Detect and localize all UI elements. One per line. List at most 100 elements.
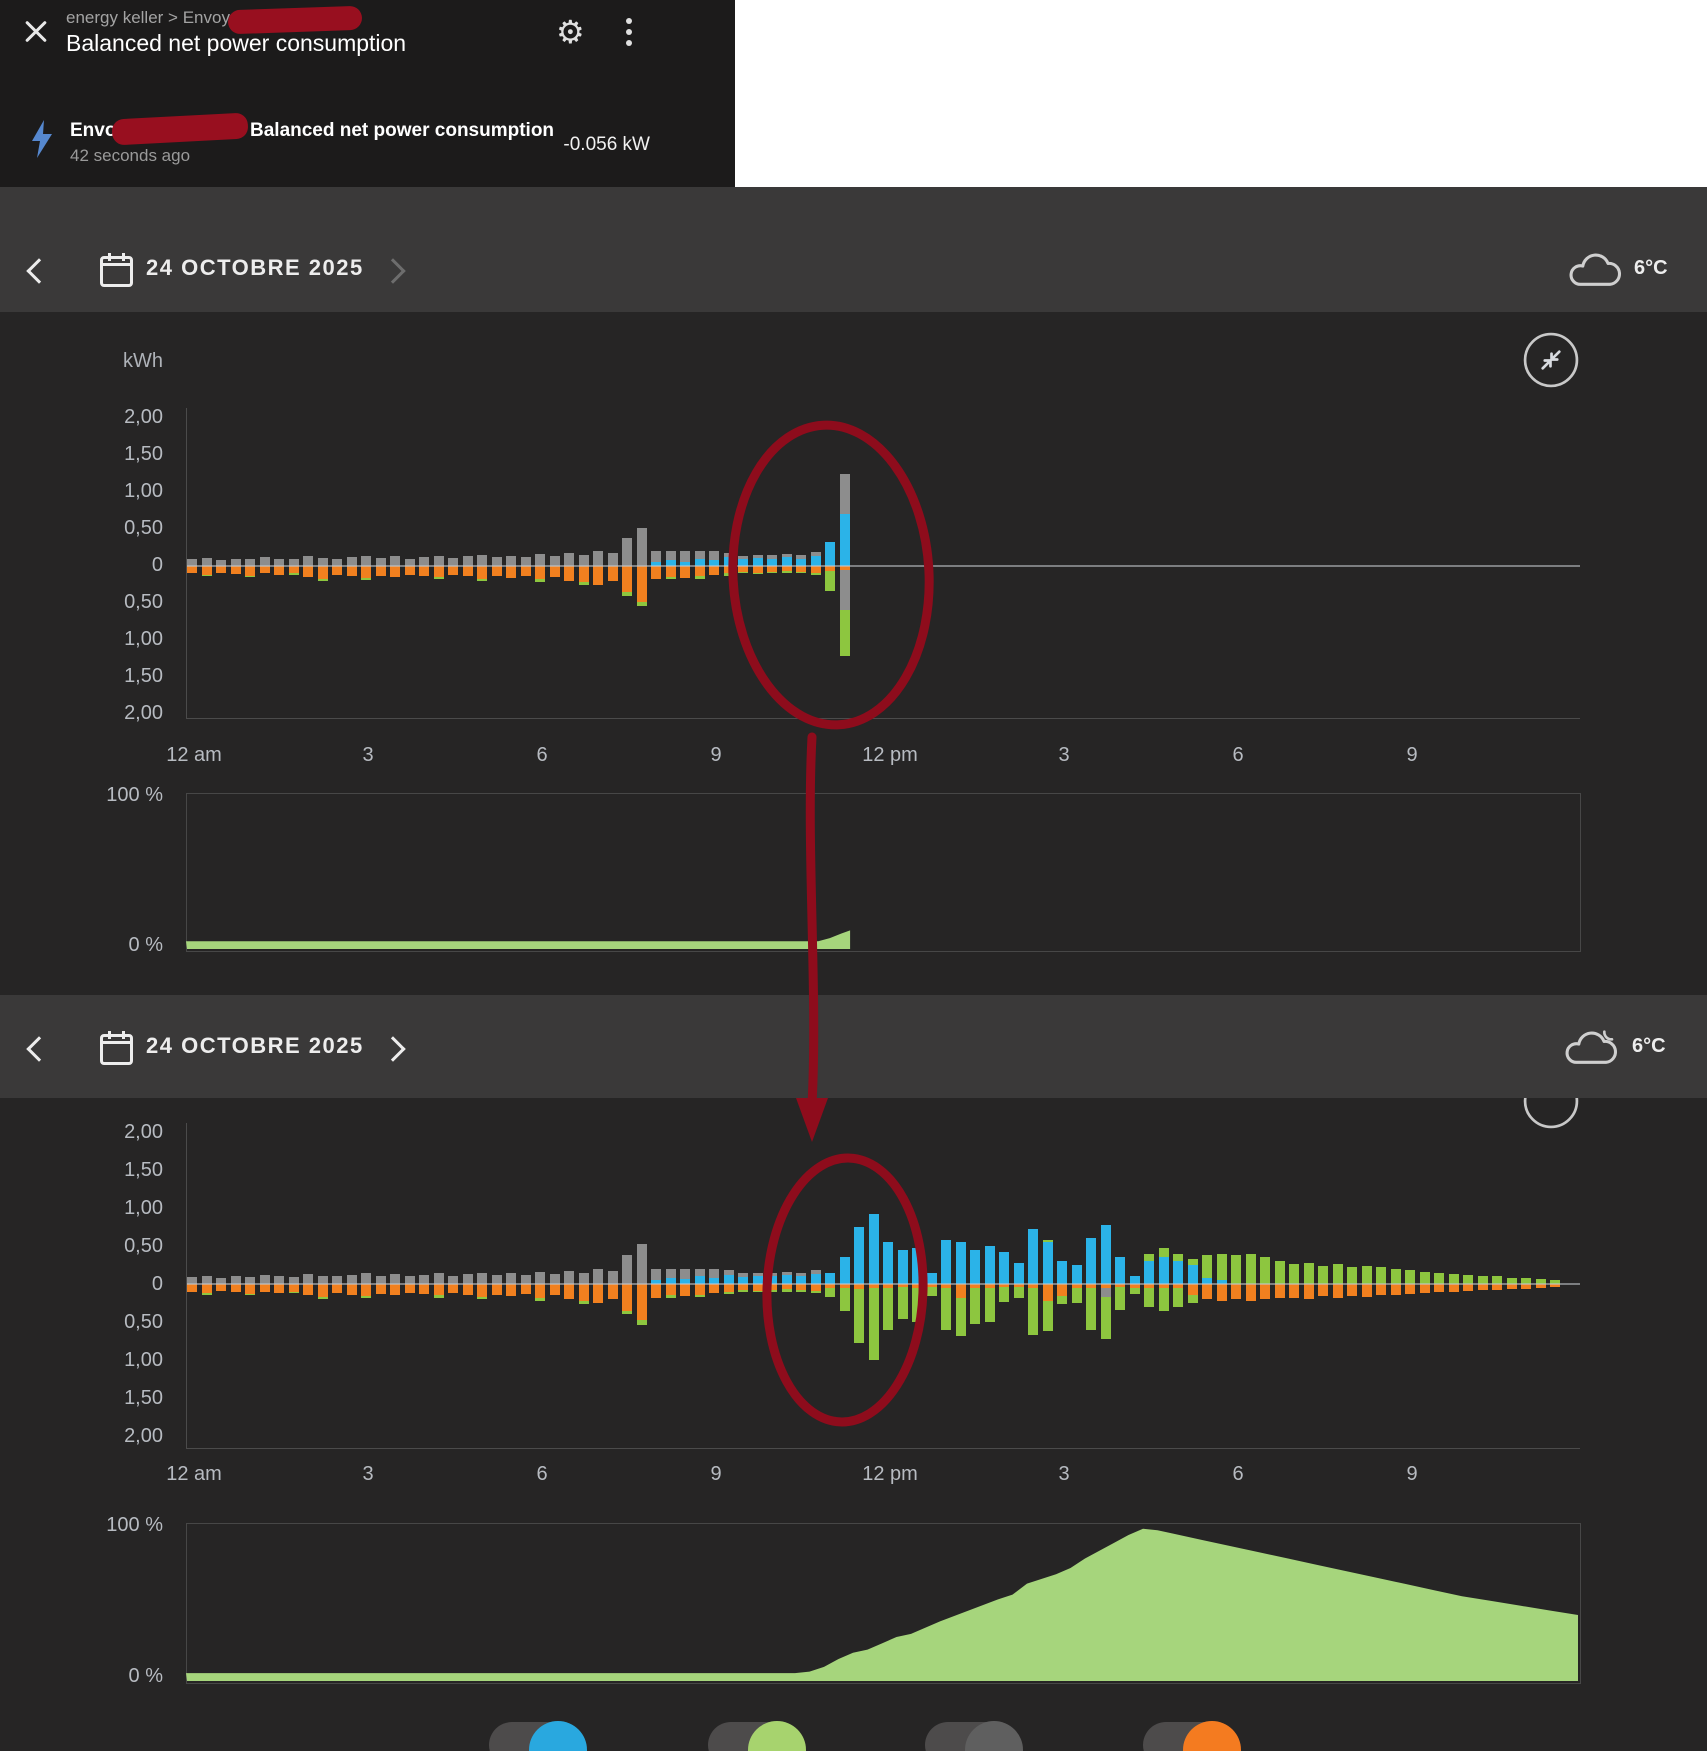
- bar-segment-blue: [868, 1214, 879, 1284]
- bar-segment-orange: [433, 566, 444, 578]
- y-tick-label: 1,00: [124, 480, 163, 502]
- bar-segment-green: [926, 1287, 937, 1297]
- bar-segment-orange: [535, 1284, 545, 1298]
- bar-segment-gray: [839, 473, 850, 515]
- bar-segment-green: [941, 1287, 951, 1330]
- bar-segment-blue: [999, 1252, 1009, 1284]
- bar-segment-green: [477, 578, 487, 581]
- bar-segment-green: [1274, 1261, 1285, 1284]
- bar-segment-orange: [259, 1284, 270, 1292]
- bar-segment-green: [1028, 1287, 1038, 1335]
- bar-segment-orange: [535, 566, 545, 580]
- bar-segment-orange: [680, 566, 690, 578]
- bar-segment-green: [1086, 1287, 1096, 1330]
- bar-segment-green: [796, 1290, 806, 1292]
- bar-segment-green: [912, 1287, 922, 1322]
- calendar-icon[interactable]: [100, 253, 133, 287]
- bar-segment-orange: [245, 566, 255, 576]
- bar-segment-orange: [1419, 1284, 1430, 1294]
- bar-segment-green: [578, 1300, 589, 1304]
- bar-segment-orange: [578, 566, 589, 583]
- bar-segment-orange: [636, 1284, 647, 1321]
- bar-segment-gray: [694, 1268, 705, 1277]
- gear-icon[interactable]: ⚙: [556, 14, 585, 50]
- bar-segment-green: [1390, 1268, 1401, 1284]
- bar-segment-orange: [462, 1284, 473, 1295]
- bar-segment-orange: [303, 1284, 313, 1296]
- bar-segment-orange: [375, 1284, 386, 1294]
- y-axis-unit: kWh: [123, 350, 163, 372]
- pct-min-label: 0 %: [128, 934, 163, 956]
- bar-segment-green: [752, 572, 763, 575]
- bar-segment-green: [1100, 1296, 1111, 1339]
- bar-segment-gray: [665, 551, 676, 561]
- y-tick-label: 1,50: [124, 665, 163, 687]
- bar-segment-orange: [680, 1284, 690, 1297]
- bar-segment-orange: [1245, 1284, 1256, 1301]
- date-label-2[interactable]: 24 OCTOBRE 2025: [146, 1033, 364, 1059]
- bar-segment-orange: [593, 566, 603, 585]
- y-tick-label: 2,00: [124, 702, 163, 724]
- bar-segment-green: [825, 1287, 835, 1297]
- overflow-menu-icon[interactable]: [626, 18, 632, 46]
- bar-segment-blue: [1013, 1262, 1024, 1284]
- bar-segment-green: [767, 1290, 777, 1292]
- date-label-1[interactable]: 24 OCTOBRE 2025: [146, 255, 364, 281]
- bar-segment-orange: [1347, 1284, 1357, 1297]
- bar-segment-orange: [1289, 1284, 1299, 1298]
- collapse-chart-button[interactable]: [1523, 332, 1579, 393]
- bar-segment-blue: [1173, 1261, 1183, 1284]
- bar-segment-gray: [636, 527, 647, 566]
- bar-segment-orange: [390, 1284, 400, 1296]
- bar-segment-orange: [288, 1284, 299, 1292]
- bar-segment-orange: [636, 566, 647, 602]
- bar-segment-orange: [462, 566, 473, 577]
- bar-segment-orange: [578, 1284, 589, 1301]
- bar-segment-green: [1042, 1300, 1053, 1332]
- bar-segment-green: [1216, 1253, 1227, 1281]
- bar-segment-green: [317, 1296, 328, 1300]
- bar-segment-gray: [781, 554, 792, 558]
- bar-segment-blue: [1100, 1224, 1111, 1284]
- y-tick-label: 1,00: [124, 628, 163, 650]
- bar-segment-green: [810, 1290, 821, 1294]
- x-tick-label: 3: [362, 1463, 374, 1485]
- bar-segment-green: [665, 1295, 676, 1298]
- bar-segment-gray: [709, 551, 719, 561]
- cloud-moon-icon: [1565, 1030, 1618, 1064]
- bar-segment-green: [1115, 1287, 1125, 1310]
- bar-segment-blue: [1158, 1257, 1169, 1284]
- x-tick-label: 6: [1232, 1463, 1244, 1485]
- bar-segment-gray: [738, 1273, 748, 1278]
- bar-segment-blue: [839, 1257, 850, 1284]
- bar-segment-green: [984, 1287, 995, 1322]
- breadcrumb: energy keller > Envoy: [66, 8, 230, 27]
- bar-segment-orange: [506, 1284, 516, 1297]
- bar-segment-blue: [1187, 1265, 1198, 1284]
- bar-segment-green: [825, 571, 835, 592]
- bar-segment-orange: [332, 1284, 342, 1294]
- bar-segment-orange: [375, 566, 386, 576]
- pct-max-label: 100 %: [106, 1514, 163, 1536]
- close-icon[interactable]: [22, 18, 50, 46]
- bar-segment-orange: [1463, 1284, 1473, 1291]
- temperature-label-1: 6°C: [1634, 257, 1668, 279]
- bar-segment-orange: [1405, 1284, 1415, 1294]
- bar-segment-gray: [796, 554, 806, 559]
- calendar-icon[interactable]: [100, 1031, 133, 1065]
- x-tick-label: 3: [362, 744, 374, 766]
- bar-segment-orange: [1332, 1284, 1343, 1298]
- date-band-1: [0, 187, 1707, 312]
- bar-segment-orange: [723, 1284, 734, 1292]
- bar-segment-orange: [216, 1284, 226, 1291]
- bar-segment-green: [839, 610, 850, 657]
- bar-segment-blue: [941, 1239, 951, 1284]
- y-tick-label: 0,50: [124, 1311, 163, 1333]
- bar-segment-orange: [564, 566, 574, 581]
- bar-segment-orange: [694, 566, 705, 577]
- bar-segment-gray: [636, 1244, 647, 1284]
- x-tick-label: 6: [536, 1463, 548, 1485]
- y-tick-label: 2,00: [124, 406, 163, 428]
- bar-segment-green: [1071, 1287, 1082, 1303]
- y-tick-label: 1,00: [124, 1197, 163, 1219]
